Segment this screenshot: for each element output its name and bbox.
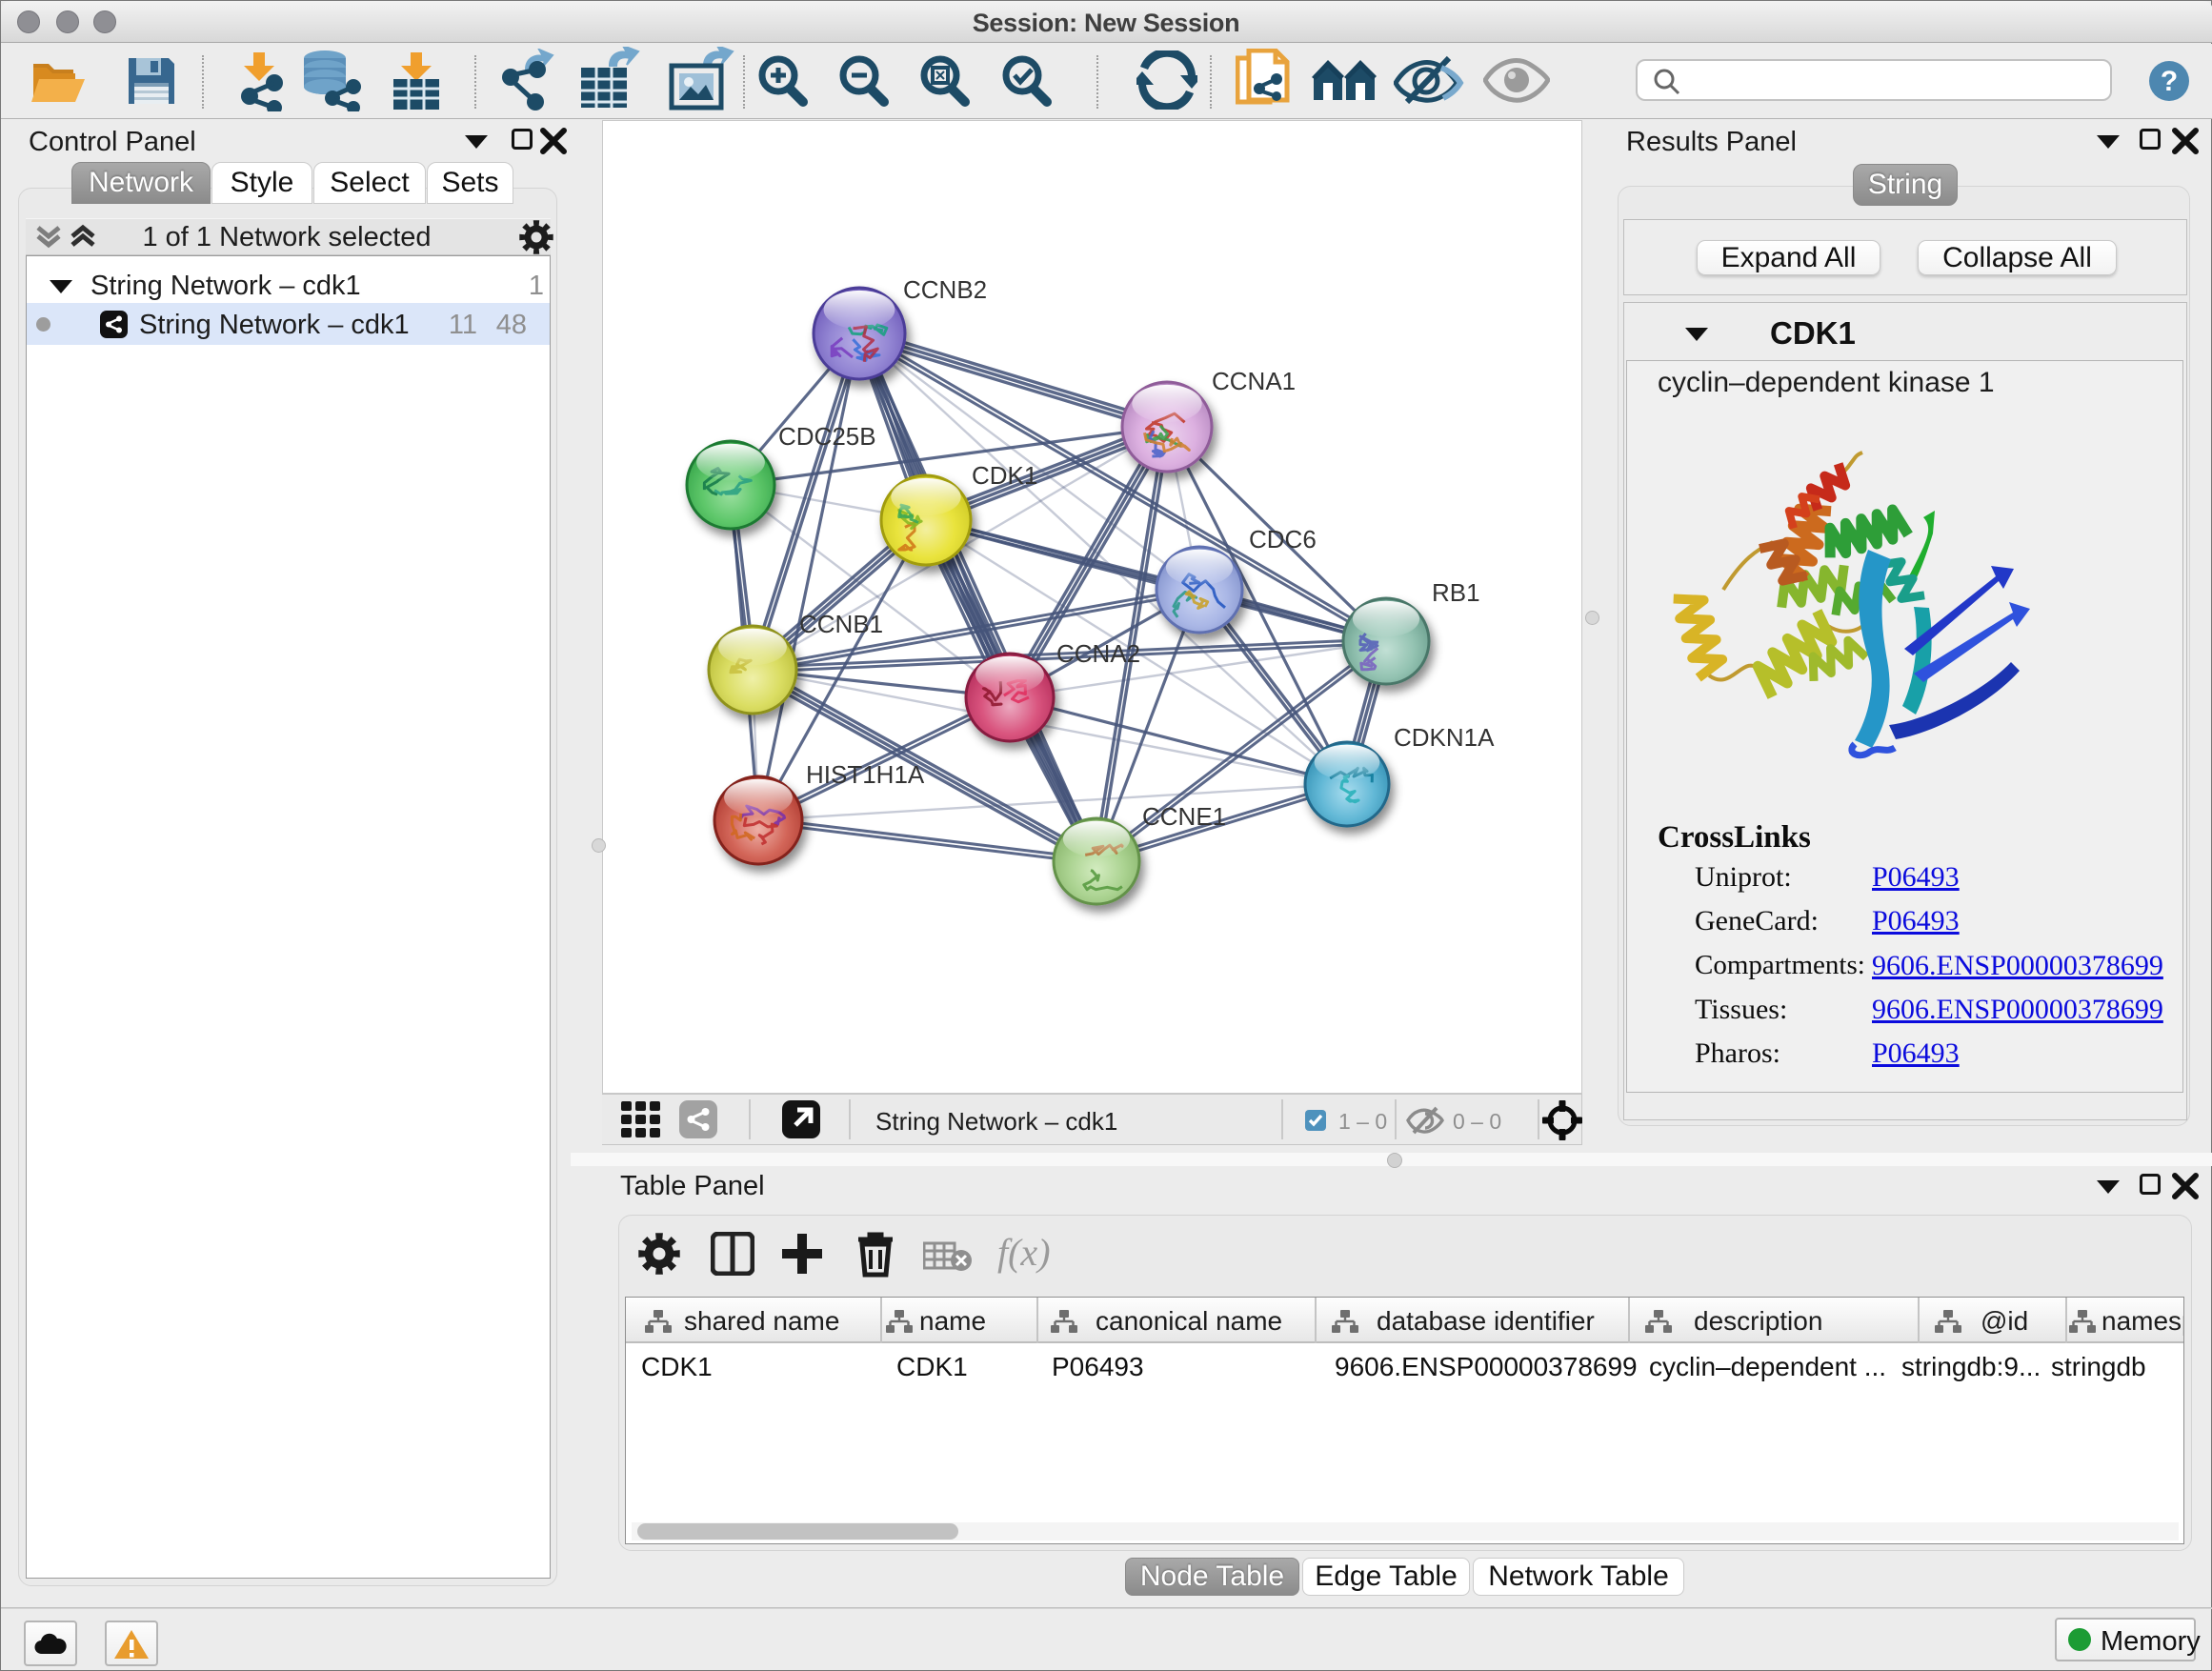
svg-text:CCNB1: CCNB1 — [799, 610, 883, 638]
svg-text:CCNA1: CCNA1 — [1212, 367, 1296, 395]
svg-text:RB1: RB1 — [1432, 578, 1480, 607]
svg-text:CCNB2: CCNB2 — [903, 275, 987, 304]
svg-text:HIST1H1A: HIST1H1A — [806, 760, 925, 789]
svg-text:CDC25B: CDC25B — [778, 422, 876, 451]
svg-text:?: ? — [2161, 66, 2178, 97]
svg-text:CDKN1A: CDKN1A — [1394, 723, 1495, 752]
svg-text:CCNA2: CCNA2 — [1056, 639, 1140, 668]
svg-text:CDK1: CDK1 — [972, 461, 1037, 490]
svg-text:CCNE1: CCNE1 — [1142, 802, 1226, 831]
svg-text:CDC6: CDC6 — [1249, 525, 1317, 554]
